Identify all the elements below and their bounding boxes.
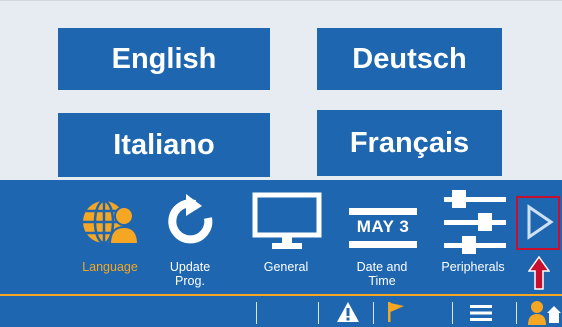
- update-prog-label: Update Prog.: [169, 260, 211, 288]
- status-divider: [318, 302, 319, 324]
- general-label: General: [263, 260, 309, 274]
- calendar-text: MAY 3: [356, 217, 410, 236]
- toolbar-item-language[interactable]: Language: [64, 180, 156, 294]
- refresh-arrow-icon: [168, 194, 213, 244]
- flag-icon[interactable]: [386, 301, 406, 323]
- toolbar-item-peripherals[interactable]: Peripherals: [430, 180, 516, 294]
- language-label: Language: [82, 260, 138, 274]
- toolbar-item-general[interactable]: General: [246, 180, 326, 294]
- deutsch-button[interactable]: Deutsch: [317, 28, 502, 90]
- globe-person-icon: [83, 199, 140, 245]
- menu-icon[interactable]: [470, 304, 492, 322]
- red-up-arrow-icon: [528, 256, 550, 290]
- english-button[interactable]: English: [58, 28, 270, 90]
- italiano-button[interactable]: Italiano: [58, 113, 270, 177]
- status-divider: [516, 302, 517, 324]
- status-bar: [0, 294, 562, 327]
- status-divider: [256, 302, 257, 324]
- sliders-icon: [444, 190, 506, 254]
- status-divider: [373, 302, 374, 324]
- language-selection-area: English Deutsch Italiano Français: [0, 0, 562, 181]
- francais-button[interactable]: Français: [317, 110, 502, 176]
- toolbar-item-update-prog[interactable]: Update Prog.: [160, 180, 220, 294]
- warning-icon[interactable]: [336, 301, 360, 323]
- status-divider: [452, 302, 453, 324]
- monitor-icon: [252, 192, 322, 249]
- peripherals-label: Peripherals: [441, 260, 505, 274]
- user-home-icon[interactable]: [527, 299, 561, 325]
- next-highlight-box: [516, 196, 560, 250]
- settings-toolbar: Language Update Prog. General MAY 3 Date…: [0, 180, 562, 294]
- date-and-time-label: Date and Time: [356, 260, 408, 288]
- toolbar-item-date-and-time[interactable]: MAY 3 Date and Time: [343, 180, 421, 294]
